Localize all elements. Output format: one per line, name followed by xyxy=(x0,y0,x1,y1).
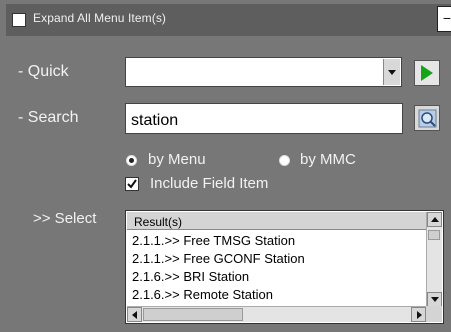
go-button[interactable] xyxy=(414,60,440,86)
quick-combo[interactable] xyxy=(125,57,402,87)
by-menu-label: by Menu xyxy=(148,151,206,168)
include-field-label: Include Field Item xyxy=(150,175,269,192)
by-mmc-label: by MMC xyxy=(300,151,356,168)
vertical-scrollbar[interactable] xyxy=(426,212,442,307)
select-label: >> Select xyxy=(33,210,97,227)
list-item[interactable]: 2.1.1.>> Free TMSG Station xyxy=(132,233,295,248)
list-item[interactable]: 2.1.1.>> Free GCONF Station xyxy=(132,251,305,266)
scroll-right-button[interactable] xyxy=(411,307,426,322)
checkmark-icon xyxy=(127,179,137,189)
radio-selected-dot xyxy=(129,158,134,163)
expand-all-checkbox[interactable] xyxy=(12,13,26,27)
scrollbar-corner xyxy=(426,306,442,322)
results-header: Result(s) xyxy=(127,212,426,230)
results-list[interactable]: Result(s) 2.1.1.>> Free TMSG Station 2.1… xyxy=(125,210,444,324)
expand-bar: Expand All Menu Item(s) − xyxy=(6,4,451,36)
vertical-scroll-thumb[interactable] xyxy=(428,230,440,240)
include-field-checkbox[interactable] xyxy=(125,177,139,191)
play-icon xyxy=(421,65,433,81)
list-item[interactable]: 2.1.6.>> Remote Station xyxy=(132,287,273,302)
chevron-down-icon[interactable] xyxy=(383,59,400,85)
menu-search-panel: Expand All Menu Item(s) − - Quick - Sear… xyxy=(0,0,451,332)
horizontal-scrollbar[interactable] xyxy=(127,306,426,322)
list-item[interactable]: 2.1.6.>> BRI Station xyxy=(132,269,249,284)
horizontal-scroll-thumb[interactable] xyxy=(143,308,243,321)
scroll-left-button[interactable] xyxy=(127,307,142,322)
quick-label: - Quick xyxy=(18,63,69,80)
scroll-up-button[interactable] xyxy=(427,212,442,227)
radio-by-menu[interactable] xyxy=(126,155,137,166)
search-label: - Search xyxy=(18,109,79,126)
search-input[interactable] xyxy=(125,103,403,134)
collapse-button[interactable]: − xyxy=(437,6,451,32)
scroll-down-button[interactable] xyxy=(427,292,442,307)
search-button[interactable] xyxy=(414,105,440,131)
expand-all-label: Expand All Menu Item(s) xyxy=(33,11,167,25)
radio-by-mmc[interactable] xyxy=(279,155,290,166)
magnifier-icon xyxy=(418,109,437,128)
